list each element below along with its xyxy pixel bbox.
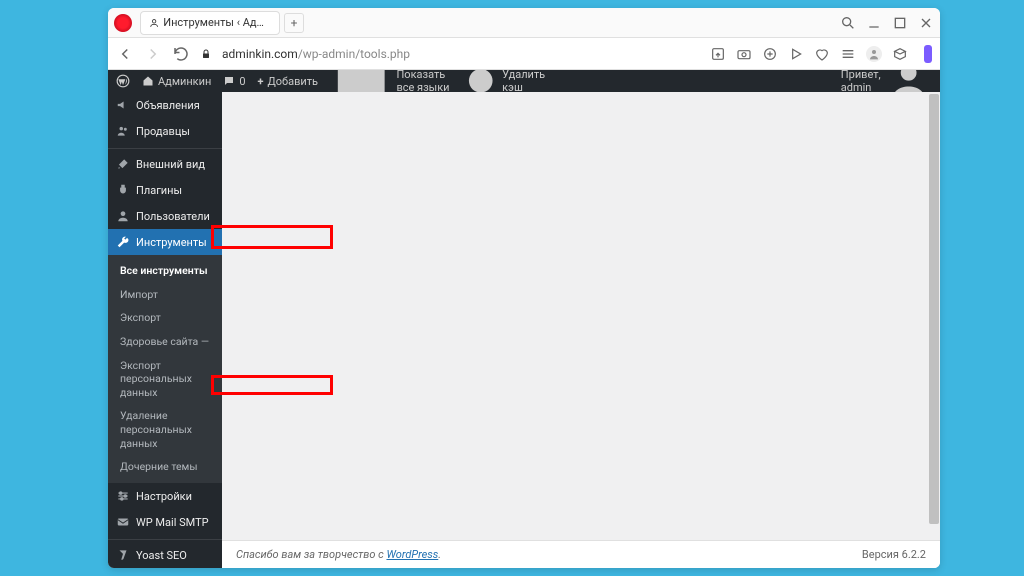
sidebar-item-appearance[interactable]: Внешний вид [108, 148, 222, 177]
sidebar-item-settings[interactable]: Настройки [108, 483, 222, 509]
wrench-icon [116, 235, 130, 249]
submenu-all-tools[interactable]: Все инструменты [108, 259, 222, 283]
tab-title: Инструменты ‹ Админки [163, 16, 271, 29]
forward-button[interactable] [144, 45, 162, 63]
sidebar-item-label: Настройки [136, 490, 192, 503]
yoast-icon [116, 548, 130, 562]
brush-icon [116, 157, 130, 171]
user-icon [116, 209, 130, 223]
tab-bar: Инструменты ‹ Админки + [108, 8, 940, 38]
sidebar-item-label: Плагины [136, 184, 182, 197]
sidebar-item-smtp[interactable]: WP Mail SMTP [108, 509, 222, 535]
scrollbar-thumb[interactable] [929, 94, 939, 524]
sidebar-item-label: WP Mail SMTP [136, 516, 209, 529]
opera-logo-icon [114, 14, 132, 32]
reload-button[interactable] [172, 45, 190, 63]
sidebar-item-plugins[interactable]: Плагины [108, 177, 222, 203]
person-icon [149, 17, 159, 29]
submenu-site-health[interactable]: Здоровье сайта — [108, 330, 222, 354]
play-icon[interactable] [788, 46, 804, 62]
footer-thanks: Спасибо вам за творчество с WordPress. [236, 548, 441, 561]
browser-window: Инструменты ‹ Админки + adminkin.com/wp-… [108, 8, 940, 568]
users-icon [116, 124, 130, 138]
comments-link[interactable]: 0 [223, 75, 245, 88]
wp-body: Объявления Продавцы Внешний вид Плагины … [108, 92, 940, 568]
sidebar-item-label: Инструменты [136, 236, 207, 249]
submenu-delete-personal[interactable]: Удаление персональных данных [108, 404, 222, 455]
address-bar: adminkin.com/wp-admin/tools.php [108, 38, 940, 70]
new-tab-button[interactable]: + [284, 13, 304, 33]
footer-version: Версия 6.2.2 [862, 548, 926, 561]
wp-logo-icon[interactable] [116, 74, 130, 88]
mail-icon [116, 515, 130, 529]
wp-admin-area: Админкин 0 +Добавить Показать все языки … [108, 70, 940, 568]
add-new-link[interactable]: +Добавить [258, 75, 319, 88]
sliders-icon [116, 489, 130, 503]
heart-icon[interactable] [814, 46, 830, 62]
extensions-icon[interactable] [892, 46, 908, 62]
submenu-import[interactable]: Импорт [108, 283, 222, 307]
plug-icon [116, 183, 130, 197]
scrollbar[interactable] [928, 92, 940, 540]
maximize-icon[interactable] [892, 15, 908, 31]
minimize-icon[interactable] [866, 15, 882, 31]
submenu-export-personal[interactable]: Экспорт персональных данных [108, 354, 222, 405]
wand-icon[interactable] [762, 46, 778, 62]
sidebar-item-label: Внешний вид [136, 158, 205, 171]
browser-tab[interactable]: Инструменты ‹ Админки [140, 11, 280, 35]
wp-sidebar: Объявления Продавцы Внешний вид Плагины … [108, 92, 222, 568]
wordpress-link[interactable]: WordPress [386, 548, 438, 561]
submenu-child-themes[interactable]: Дочерние темы [108, 455, 222, 479]
sidebar-item-label: Пользователи [136, 210, 210, 223]
megaphone-icon [116, 98, 130, 112]
sidebar-item-yoast[interactable]: Yoast SEO [108, 539, 222, 568]
highlight-tools [211, 225, 333, 249]
sidebar-item-sellers[interactable]: Продавцы [108, 118, 222, 144]
submenu-export[interactable]: Экспорт [108, 306, 222, 330]
wp-admin-bar: Админкин 0 +Добавить Показать все языки … [108, 70, 940, 92]
sidebar-item-tools[interactable]: Инструменты [108, 229, 222, 255]
sidebar-item-label: Объявления [136, 99, 200, 112]
lock-icon [200, 48, 212, 60]
sidebar-item-users[interactable]: Пользователи [108, 203, 222, 229]
menu-icon[interactable] [840, 46, 856, 62]
sidebar-item-ads[interactable]: Объявления [108, 92, 222, 118]
back-button[interactable] [116, 45, 134, 63]
search-icon[interactable] [840, 15, 856, 31]
profile-icon[interactable] [866, 46, 882, 62]
wp-content: Спасибо вам за творчество с WordPress. В… [222, 92, 940, 568]
site-name-link[interactable]: Админкин [142, 75, 211, 88]
camera-icon[interactable] [736, 46, 752, 62]
sidebar-item-label: Yoast SEO [136, 549, 187, 562]
tools-submenu: Все инструменты Импорт Экспорт Здоровье … [108, 255, 222, 483]
close-icon[interactable] [918, 15, 934, 31]
url-host[interactable]: adminkin.com/wp-admin/tools.php [222, 47, 410, 61]
highlight-child-themes [211, 375, 333, 395]
wp-footer: Спасибо вам за творчество с WordPress. В… [222, 540, 940, 568]
extension-badge[interactable] [924, 45, 932, 63]
share-icon[interactable] [710, 46, 726, 62]
sidebar-item-label: Продавцы [136, 125, 190, 138]
